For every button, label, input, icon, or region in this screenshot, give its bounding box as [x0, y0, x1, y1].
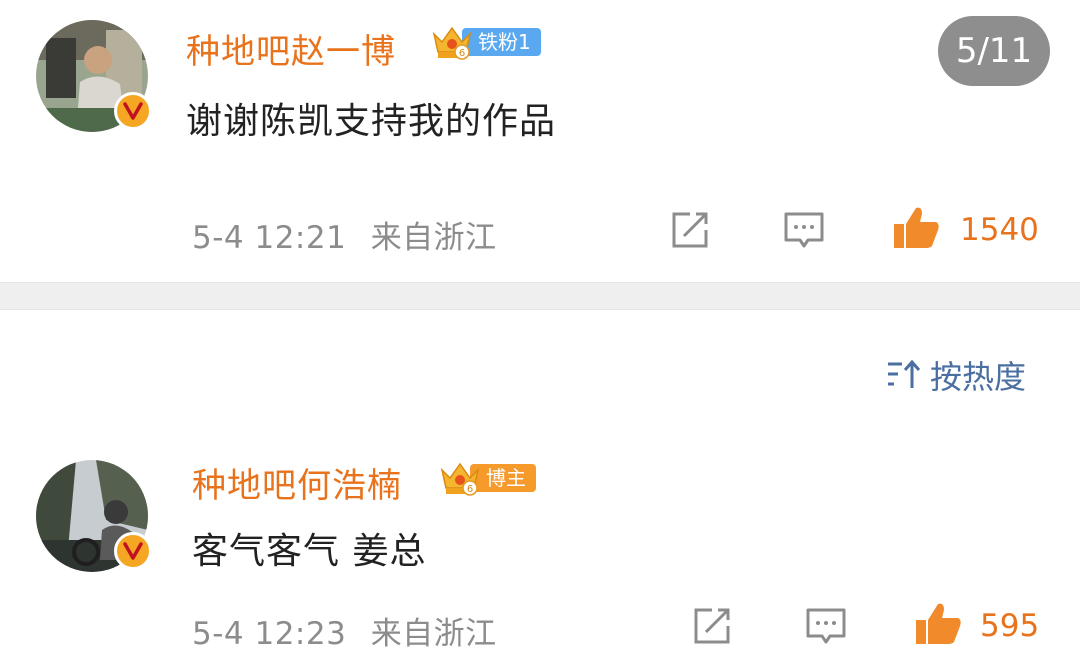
page-indicator: 5/11 — [938, 16, 1050, 86]
like-count: 595 — [980, 608, 1040, 644]
badge-level: 6 — [467, 484, 473, 495]
comment-time: 5-4 12:21 — [192, 220, 347, 256]
weibo-comments-page: 5/11 种地吧赵一博 6 铁粉1 谢谢陈凯支持我的作品 5-4 12:21 来… — [0, 0, 1080, 670]
sort-label: 按热度 — [930, 358, 1027, 396]
thumbs-up-icon[interactable] — [914, 600, 964, 652]
share-icon[interactable] — [690, 606, 734, 650]
comment-meta: 5-4 12:23 来自浙江 — [192, 608, 497, 653]
avatar[interactable] — [36, 460, 152, 572]
crown-icon: 6 — [430, 22, 474, 62]
fan-badge: 6 铁粉1 — [430, 24, 541, 60]
verified-v-icon — [114, 92, 152, 130]
comment-text: 客气客气 姜总 — [192, 531, 427, 572]
badge-level: 6 — [459, 48, 465, 59]
share-icon[interactable] — [668, 210, 712, 254]
page-indicator-label: 5/11 — [955, 31, 1033, 71]
thumbs-up-icon[interactable] — [892, 204, 942, 256]
comment-time: 5-4 12:23 — [192, 616, 347, 652]
comment-location: 来自浙江 — [370, 616, 497, 652]
sort-button[interactable]: 按热度 — [886, 352, 1026, 398]
crown-icon: 6 — [438, 458, 482, 498]
comment-location: 来自浙江 — [370, 220, 497, 256]
comment-meta: 5-4 12:21 来自浙江 — [192, 212, 497, 257]
sort-icon — [888, 359, 921, 388]
avatar[interactable] — [36, 20, 152, 132]
section-divider — [0, 282, 1080, 310]
comment-text: 谢谢陈凯支持我的作品 — [186, 101, 557, 142]
username[interactable]: 种地吧赵一博 — [186, 24, 396, 73]
fan-badge: 6 博主 — [438, 460, 536, 496]
username[interactable]: 种地吧何浩楠 — [192, 458, 402, 507]
verified-v-icon — [114, 532, 152, 570]
like-count: 1540 — [960, 212, 1039, 248]
comment-icon[interactable] — [782, 210, 826, 256]
comment-icon[interactable] — [804, 606, 848, 652]
